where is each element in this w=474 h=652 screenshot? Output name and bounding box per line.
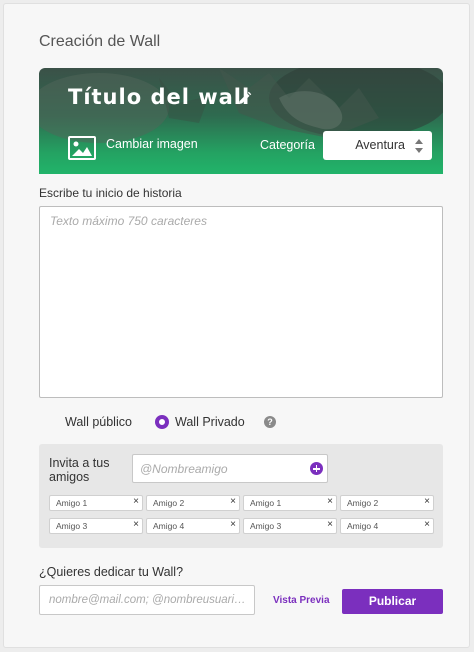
- invite-label: Invita a tus amigos: [49, 456, 110, 484]
- close-icon[interactable]: ×: [424, 519, 430, 530]
- friend-chip: Amigo 2 ×: [340, 495, 434, 511]
- category-label: Categoría: [260, 138, 315, 152]
- friend-chip: Amigo 3 ×: [243, 518, 337, 534]
- plus-circle-icon[interactable]: [310, 462, 323, 475]
- category-select[interactable]: Aventura: [323, 131, 432, 160]
- friend-chip: Amigo 1 ×: [49, 495, 143, 511]
- category-value: Aventura: [355, 138, 405, 152]
- wall-creation-card: Creación de Wall Título del wall Cambiar…: [3, 3, 470, 648]
- invite-friend-input[interactable]: @Nombreamigo: [132, 454, 328, 483]
- preview-link[interactable]: Vista Previa: [273, 595, 330, 606]
- story-label: Escribe tu inicio de historia: [39, 186, 182, 200]
- privacy-private-option[interactable]: Wall Privado: [175, 415, 245, 429]
- friend-chip-label: Amigo 2: [347, 498, 379, 508]
- story-textarea[interactable]: Texto máximo 750 caracteres: [39, 206, 443, 398]
- friend-chip-label: Amigo 3: [56, 521, 88, 531]
- close-icon[interactable]: ×: [424, 496, 430, 507]
- change-image-button[interactable]: Cambiar imagen: [106, 137, 198, 151]
- friend-chip: Amigo 1 ×: [243, 495, 337, 511]
- dedicate-placeholder: nombre@mail.com; @nombreusuario; ...: [49, 594, 249, 606]
- friend-chip-label: Amigo 4: [347, 521, 379, 531]
- invite-placeholder: @Nombreamigo: [140, 462, 228, 476]
- select-arrows-icon: [415, 139, 423, 153]
- friend-chip: Amigo 2 ×: [146, 495, 240, 511]
- help-icon[interactable]: ?: [264, 416, 276, 428]
- friend-chip-label: Amigo 2: [153, 498, 185, 508]
- dedicate-input[interactable]: nombre@mail.com; @nombreusuario; ...: [39, 585, 255, 615]
- story-placeholder: Texto máximo 750 caracteres: [50, 214, 207, 228]
- friend-chip: Amigo 4 ×: [146, 518, 240, 534]
- friend-chip-label: Amigo 1: [56, 498, 88, 508]
- close-icon[interactable]: ×: [133, 496, 139, 507]
- wall-title[interactable]: Título del wall: [68, 85, 250, 109]
- friend-chip-label: Amigo 3: [250, 521, 282, 531]
- close-icon[interactable]: ×: [327, 519, 333, 530]
- friend-chip-label: Amigo 4: [153, 521, 185, 531]
- privacy-private-radio[interactable]: [155, 415, 169, 429]
- close-icon[interactable]: ×: [327, 496, 333, 507]
- page-title: Creación de Wall: [39, 33, 161, 50]
- friend-chip: Amigo 3 ×: [49, 518, 143, 534]
- dedicate-label: ¿Quieres dedicar tu Wall?: [39, 565, 184, 579]
- close-icon[interactable]: ×: [230, 519, 236, 530]
- close-icon[interactable]: ×: [230, 496, 236, 507]
- friend-chip-label: Amigo 1: [250, 498, 282, 508]
- pencil-icon[interactable]: [237, 91, 252, 106]
- image-icon[interactable]: [68, 136, 96, 160]
- privacy-public-option[interactable]: Wall público: [65, 415, 132, 429]
- publish-button[interactable]: Publicar: [342, 589, 443, 614]
- friend-chip: Amigo 4 ×: [340, 518, 434, 534]
- invite-friends-panel: Invita a tus amigos @Nombreamigo Amigo 1…: [39, 444, 443, 548]
- close-icon[interactable]: ×: [133, 519, 139, 530]
- wall-cover-header: Título del wall Cambiar imagen Categoría…: [39, 68, 443, 174]
